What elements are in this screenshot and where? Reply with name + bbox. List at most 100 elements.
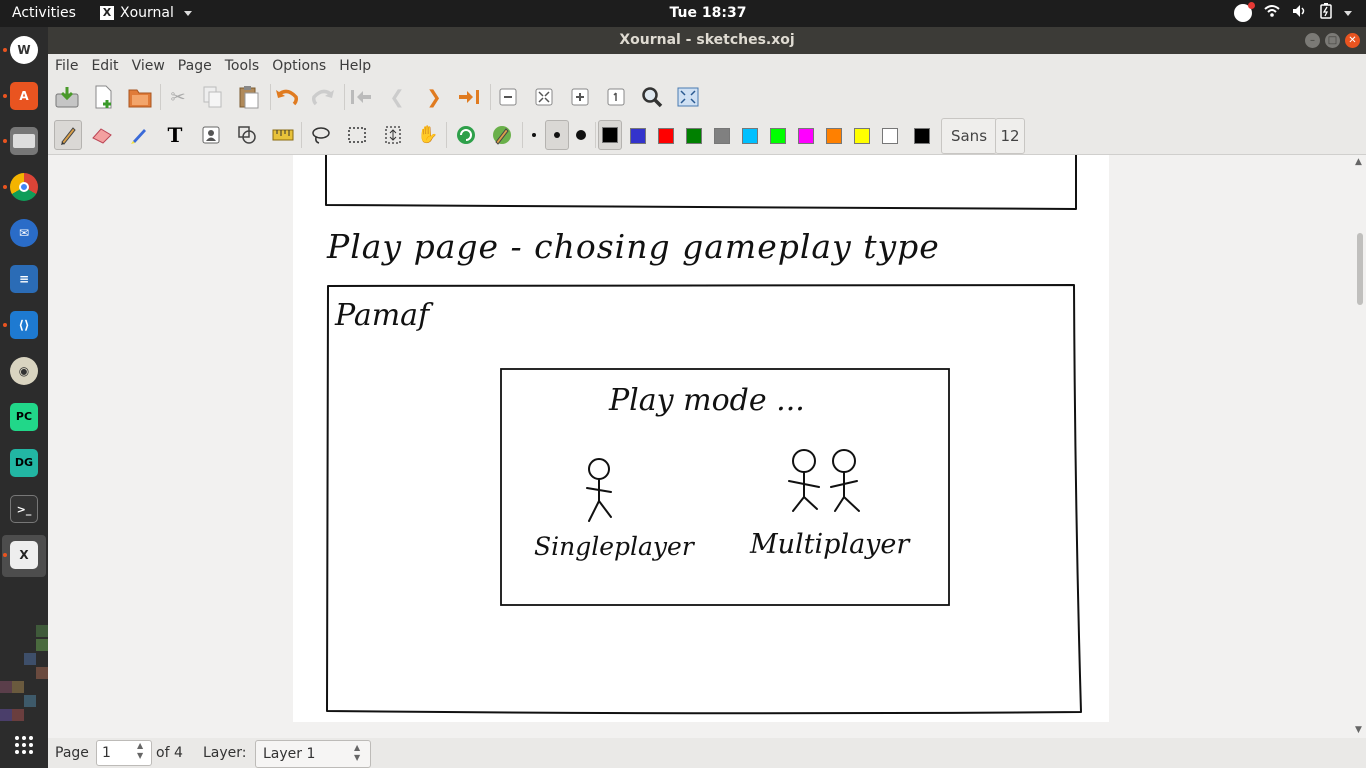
layer-select-value: Layer 1 [263,746,316,762]
battery-icon[interactable] [1320,3,1332,23]
thickness-medium-icon[interactable] [545,120,569,150]
thunderbird-icon[interactable]: ✉ [10,219,38,247]
vertical-space-icon[interactable] [380,122,406,148]
hand-tool-icon[interactable]: ✋ [415,122,441,148]
minimize-button[interactable]: – [1305,33,1320,48]
toolbar-separator [301,122,302,148]
paste-icon[interactable] [236,84,262,110]
font-name-button[interactable]: Sans [941,118,997,154]
previous-page-icon[interactable]: ❮ [384,84,410,110]
text-tool-icon[interactable]: T [162,122,188,148]
zoom-100-icon[interactable] [603,84,629,110]
search-icon[interactable] [639,84,665,110]
chrome-icon[interactable] [10,173,38,201]
close-button[interactable]: ✕ [1345,33,1360,48]
color-red-button[interactable] [658,128,674,144]
fullscreen-icon[interactable] [675,84,701,110]
thickness-fine-icon[interactable] [521,122,547,148]
first-page-icon[interactable] [348,84,374,110]
lasso-select-icon[interactable] [308,122,334,148]
menu-view[interactable]: View [125,54,171,78]
undo-icon[interactable] [274,84,300,110]
toolbar-separator [344,84,345,110]
color-green-button[interactable] [686,128,702,144]
menu-bar: File Edit View Page Tools Options Help [48,54,1366,78]
scroll-down-icon[interactable]: ▼ [1355,725,1362,735]
rhythmbox-icon[interactable]: ◉ [10,357,38,385]
rect-select-icon[interactable] [344,122,370,148]
pycharm-icon[interactable]: PC [10,403,38,431]
wifi-icon[interactable] [1264,4,1280,22]
new-document-icon[interactable] [91,84,117,110]
scroll-up-icon[interactable]: ▲ [1355,157,1362,167]
wunderlist-icon[interactable]: W [10,36,38,64]
system-menu-arrow-icon[interactable] [1344,10,1352,16]
font-size-button[interactable]: 12 [995,118,1025,154]
tools-toolbar: T ✋ Sans 12 [48,116,1366,155]
software-center-icon[interactable]: A [10,82,38,110]
notification-icon[interactable] [1234,2,1255,22]
page-number-value: 1 [102,745,111,761]
running-dot [3,323,7,327]
notebook-page[interactable]: Play page - chosing gameplay type Pamaf … [293,155,1109,722]
vertical-scrollbar[interactable]: ▲ ▼ [1352,155,1366,738]
next-page-icon[interactable]: ❯ [421,84,447,110]
default-tool-icon[interactable] [453,122,479,148]
document-canvas[interactable]: Play page - chosing gameplay type Pamaf … [48,155,1352,738]
color-magenta-button[interactable] [798,128,814,144]
file-manager-icon[interactable] [10,127,38,155]
menu-file[interactable]: File [48,54,84,78]
last-page-icon[interactable] [456,84,482,110]
writer-icon[interactable]: ≡ [10,265,38,293]
menu-tools[interactable]: Tools [218,54,266,78]
zoom-in-icon[interactable] [567,84,593,110]
eraser-tool-icon[interactable] [89,122,115,148]
shape-recognizer-icon[interactable] [234,122,260,148]
color-gray-button[interactable] [714,128,730,144]
vscode-icon[interactable]: ⟨⟩ [10,311,38,339]
color-lightblue-button[interactable] [742,128,758,144]
running-dot [3,48,7,52]
redo-icon[interactable] [310,84,336,110]
xournal-dock-icon[interactable]: X [10,541,38,569]
default-pen-icon[interactable] [489,122,515,148]
copy-icon[interactable] [200,84,226,110]
menu-edit[interactable]: Edit [84,54,124,78]
zoom-out-icon[interactable] [495,84,521,110]
window-titlebar[interactable]: Xournal - sketches.xoj – □ ✕ [48,27,1366,54]
ruler-icon[interactable] [270,122,296,148]
zoom-fit-icon[interactable] [531,84,557,110]
terminal-icon[interactable]: >_ [10,495,38,523]
color-black-button[interactable] [598,120,622,150]
color-white-button[interactable] [882,128,898,144]
image-tool-icon[interactable] [198,122,224,148]
running-dot [3,139,7,143]
thickness-thick-icon[interactable] [568,122,594,148]
toolbar-separator [595,122,596,148]
highlighter-tool-icon[interactable] [126,122,152,148]
scrollbar-thumb[interactable] [1357,233,1363,305]
save-icon[interactable] [54,84,80,110]
color-lightgreen-button[interactable] [770,128,786,144]
cut-icon[interactable]: ✂ [165,84,191,110]
show-apps-icon[interactable] [14,735,34,755]
layer-select[interactable]: Layer 1 ▲ ▼ [255,740,371,768]
color-yellow-button[interactable] [854,128,870,144]
menu-page[interactable]: Page [171,54,218,78]
select-arrows-icon: ▲ ▼ [354,743,361,762]
clock[interactable]: Tue 18:37 [0,5,1366,21]
maximize-button[interactable]: □ [1325,33,1340,48]
system-tray[interactable] [1234,2,1352,23]
datagrip-icon[interactable]: DG [10,449,38,477]
page-spinbox[interactable]: 1 ▲ ▼ [96,740,152,766]
menu-help[interactable]: Help [332,54,377,78]
toolbar-separator [270,84,271,110]
color-blue-button[interactable] [630,128,646,144]
volume-icon[interactable] [1292,4,1308,22]
custom-color-button[interactable] [914,128,930,144]
pen-tool-icon[interactable] [54,120,82,150]
spin-arrows-icon[interactable]: ▲ ▼ [137,741,143,761]
menu-options[interactable]: Options [265,54,332,78]
color-orange-button[interactable] [826,128,842,144]
open-file-icon[interactable] [127,84,153,110]
